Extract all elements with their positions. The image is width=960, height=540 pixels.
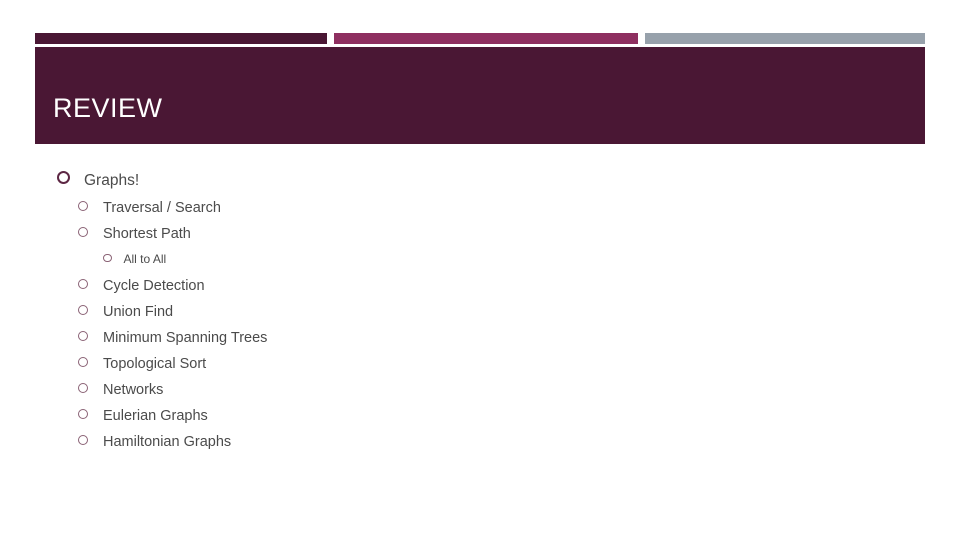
list-item-label: Traversal / Search <box>103 200 221 216</box>
ring-bullet-icon <box>78 201 88 211</box>
ring-bullet-icon <box>78 305 88 315</box>
list-item: Traversal / Search <box>0 200 960 226</box>
list-item: Minimum Spanning Trees <box>0 330 960 356</box>
list-item: Cycle Detection <box>0 278 960 304</box>
list-item: Eulerian Graphs <box>0 408 960 434</box>
ring-bullet-icon <box>78 435 88 445</box>
bar-dark-plum <box>35 33 327 44</box>
list-item-label: All to All <box>123 252 167 266</box>
page-title: REVIEW <box>53 93 163 123</box>
list-item: Graphs! <box>0 171 960 198</box>
list-item: Networks <box>0 382 960 408</box>
list-item: Hamiltonian Graphs <box>0 434 960 460</box>
ring-bullet-icon <box>103 253 112 262</box>
list-item-label: Hamiltonian Graphs <box>103 434 232 450</box>
ring-bullet-icon <box>78 227 88 237</box>
list-item-label: Networks <box>103 382 164 398</box>
ring-bullet-icon <box>78 357 88 367</box>
decorative-top-bars <box>0 33 960 44</box>
slide-body-outline: Graphs! Traversal / Search Shortest Path… <box>0 171 960 460</box>
list-item: Union Find <box>0 304 960 330</box>
ring-bullet-icon <box>78 279 88 289</box>
list-item-label: Shortest Path <box>103 226 191 242</box>
list-item: Topological Sort <box>0 356 960 382</box>
ring-bullet-icon <box>57 171 70 184</box>
list-item-label: Union Find <box>103 304 174 320</box>
ring-bullet-icon <box>78 383 88 393</box>
list-item-label: Minimum Spanning Trees <box>103 330 268 346</box>
slide-header-band: REVIEW <box>35 47 925 144</box>
list-item-label: Graphs! <box>84 172 140 189</box>
list-item: Shortest Path <box>0 226 960 252</box>
list-item: All to All <box>0 252 960 276</box>
bar-raspberry <box>334 33 638 44</box>
list-item-label: Topological Sort <box>103 356 207 372</box>
list-item-label: Cycle Detection <box>103 278 205 294</box>
ring-bullet-icon <box>78 409 88 419</box>
ring-bullet-icon <box>78 331 88 341</box>
list-item-label: Eulerian Graphs <box>103 408 208 424</box>
bar-gray-blue <box>645 33 925 44</box>
